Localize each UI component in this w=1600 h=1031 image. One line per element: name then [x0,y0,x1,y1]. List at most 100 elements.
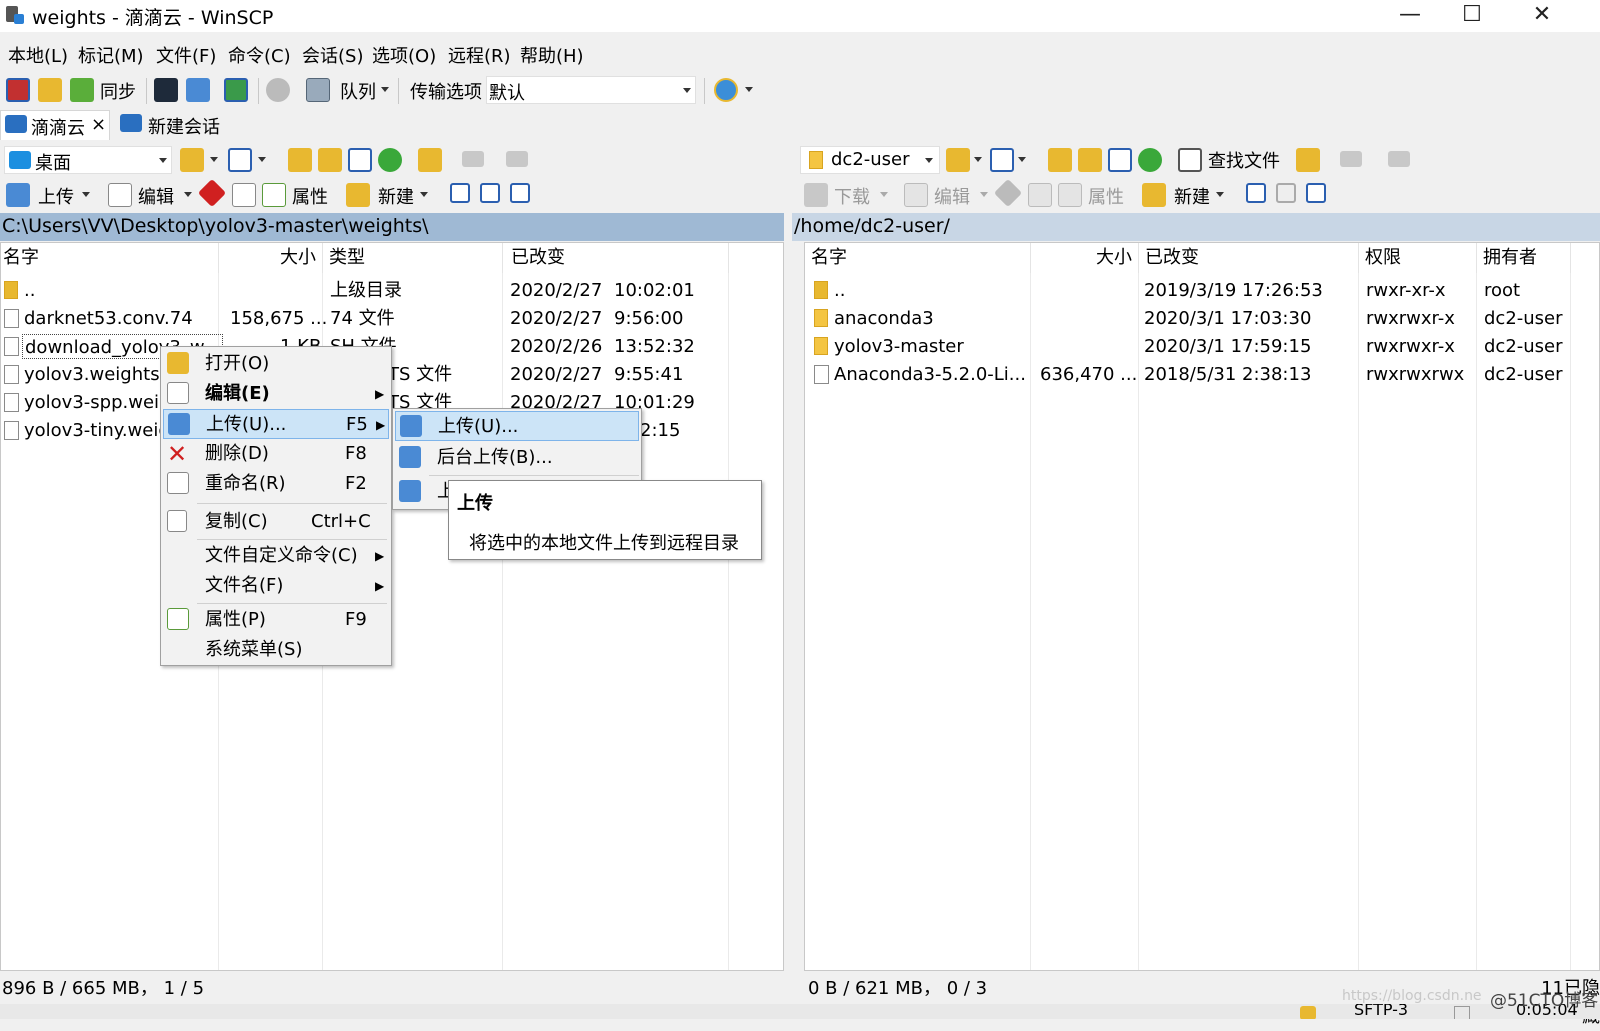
putty-icon[interactable] [186,78,210,102]
queue-icon[interactable] [306,78,330,102]
rename-icon[interactable] [1028,183,1052,207]
context-edit[interactable]: 编辑(E) ▶ [161,379,391,409]
gear-icon[interactable] [266,78,290,102]
filter-icon[interactable] [990,148,1014,172]
filter-icon[interactable] [228,148,252,172]
edit-icon[interactable] [904,183,928,207]
chevron-down-icon[interactable] [210,157,218,162]
properties-icon[interactable] [262,183,286,207]
home-icon[interactable] [348,148,372,172]
chevron-down-icon[interactable] [159,158,167,163]
download-icon[interactable] [804,183,828,207]
tree-view-icon[interactable] [1296,148,1320,172]
back-arrow-icon[interactable] [1340,151,1362,167]
menu-mark[interactable]: 标记(M) [78,42,144,68]
select-all-plus-icon[interactable] [1246,183,1266,203]
unselect-minus-icon[interactable] [480,183,500,203]
parent-directory-icon[interactable] [1048,148,1072,172]
chevron-down-icon[interactable] [745,87,753,92]
compare-directories-icon[interactable] [6,78,30,102]
new-label[interactable]: 新建 [1174,183,1210,209]
menu-options[interactable]: 选项(O) [372,42,436,68]
unselect-minus-icon[interactable] [1276,183,1296,203]
menu-command[interactable]: 命令(C) [228,42,291,68]
find-files-label[interactable]: 查找文件 [1208,147,1280,173]
local-drive-select[interactable]: 桌面 [4,146,172,174]
chevron-down-icon[interactable] [381,87,389,92]
upload-label[interactable]: 上传 [38,183,74,209]
context-delete[interactable]: ✕ 删除(D) F8 [161,439,391,469]
tab-new-session[interactable]: 新建会话 [114,110,226,140]
column-header-changed[interactable]: 已改变 [1139,243,1359,273]
refresh-session-icon[interactable] [224,78,248,102]
chevron-down-icon[interactable] [420,192,428,197]
column-header-name[interactable]: 名字 [805,243,1031,273]
tree-view-icon[interactable] [418,148,442,172]
forward-arrow-icon[interactable] [1388,151,1410,167]
table-row[interactable]: download_yolov3_w... 1 KB SH 文件 2020/2/2… [0,333,784,360]
table-row[interactable]: anaconda3 2020/3/1 17:03:30 rwxrwxr-x dc… [804,305,1600,332]
upload-icon[interactable] [6,183,30,207]
local-path-bar[interactable]: C:\Users\VV\Desktop\yolov3-master\weight… [0,213,784,241]
new-label[interactable]: 新建 [378,183,414,209]
properties-label[interactable]: 属性 [292,183,328,209]
globe-icon[interactable] [714,78,738,102]
synchronize-icon[interactable] [70,78,94,102]
synchronize-browsing-icon[interactable] [38,78,62,102]
chevron-down-icon[interactable] [82,192,90,197]
column-header-rights[interactable]: 权限 [1359,243,1477,273]
filter-select-icon[interactable] [510,183,530,203]
refresh-icon[interactable] [378,148,402,172]
refresh-icon[interactable] [1138,148,1162,172]
properties-icon[interactable] [1058,183,1082,207]
edit-label[interactable]: 编辑 [934,183,970,209]
rename-icon[interactable] [232,183,256,207]
transfer-preset-select[interactable]: 默认 [486,76,696,104]
edit-icon[interactable] [108,183,132,207]
context-open[interactable]: 打开(O) [161,349,391,379]
menu-help[interactable]: 帮助(H) [520,42,584,68]
table-row[interactable]: Anaconda3-5.2.0-Li... 636,470 ... 2018/5… [804,361,1600,388]
chevron-down-icon[interactable] [1216,192,1224,197]
column-header-size[interactable]: 大小 [1031,243,1139,273]
queue-label[interactable]: 队列 [340,78,376,104]
properties-label[interactable]: 属性 [1088,183,1124,209]
submenu-background-upload[interactable]: 后台上传(B)... [393,443,641,473]
menu-session[interactable]: 会话(S) [302,42,363,68]
open-directory-icon[interactable] [180,148,204,172]
context-file-names[interactable]: 文件名(F) ▶ [161,571,391,601]
chevron-down-icon[interactable] [1018,157,1026,162]
chevron-down-icon[interactable] [925,158,933,163]
maximize-button[interactable]: ☐ [1442,0,1502,32]
root-directory-icon[interactable] [1078,148,1102,172]
chevron-down-icon[interactable] [184,192,192,197]
terminal-icon[interactable] [154,78,178,102]
remote-path-bar[interactable]: /home/dc2-user/ [792,213,1600,241]
find-files-icon[interactable] [1178,148,1202,172]
context-rename[interactable]: 重命名(R) F2 [161,469,391,499]
table-row[interactable]: yolov3.weights TS 文件 2020/2/27 9:55:41 [0,361,784,388]
parent-directory-icon[interactable] [288,148,312,172]
context-properties[interactable]: 属性(P) F9 [161,605,391,635]
table-row[interactable]: .. 2019/3/19 17:26:53 rwxr-xr-x root [804,277,1600,304]
menu-file[interactable]: 文件(F) [156,42,216,68]
remote-folder-select[interactable]: dc2-user [800,146,940,174]
column-header-type[interactable]: 类型 [323,243,503,273]
close-button[interactable]: ✕ [1512,0,1572,32]
forward-arrow-icon[interactable] [506,151,528,167]
context-copy[interactable]: 复制(C) Ctrl+C [161,507,391,537]
context-system-menu[interactable]: 系统菜单(S) [161,635,391,665]
filter-select-icon[interactable] [1306,183,1326,203]
open-directory-icon[interactable] [946,148,970,172]
delete-icon[interactable] [197,178,227,208]
column-header-changed[interactable]: 已改变 [503,243,729,273]
context-upload[interactable]: 上传(U)... F5 ▶ [163,409,389,439]
chevron-down-icon[interactable] [683,88,691,93]
back-arrow-icon[interactable] [462,151,484,167]
tab-close-icon[interactable]: × [91,114,106,135]
root-directory-icon[interactable] [318,148,342,172]
menu-local[interactable]: 本地(L) [8,42,68,68]
download-label[interactable]: 下载 [834,183,870,209]
table-row[interactable]: darknet53.conv.74 158,675 ... 74 文件 2020… [0,305,784,332]
chevron-down-icon[interactable] [974,157,982,162]
